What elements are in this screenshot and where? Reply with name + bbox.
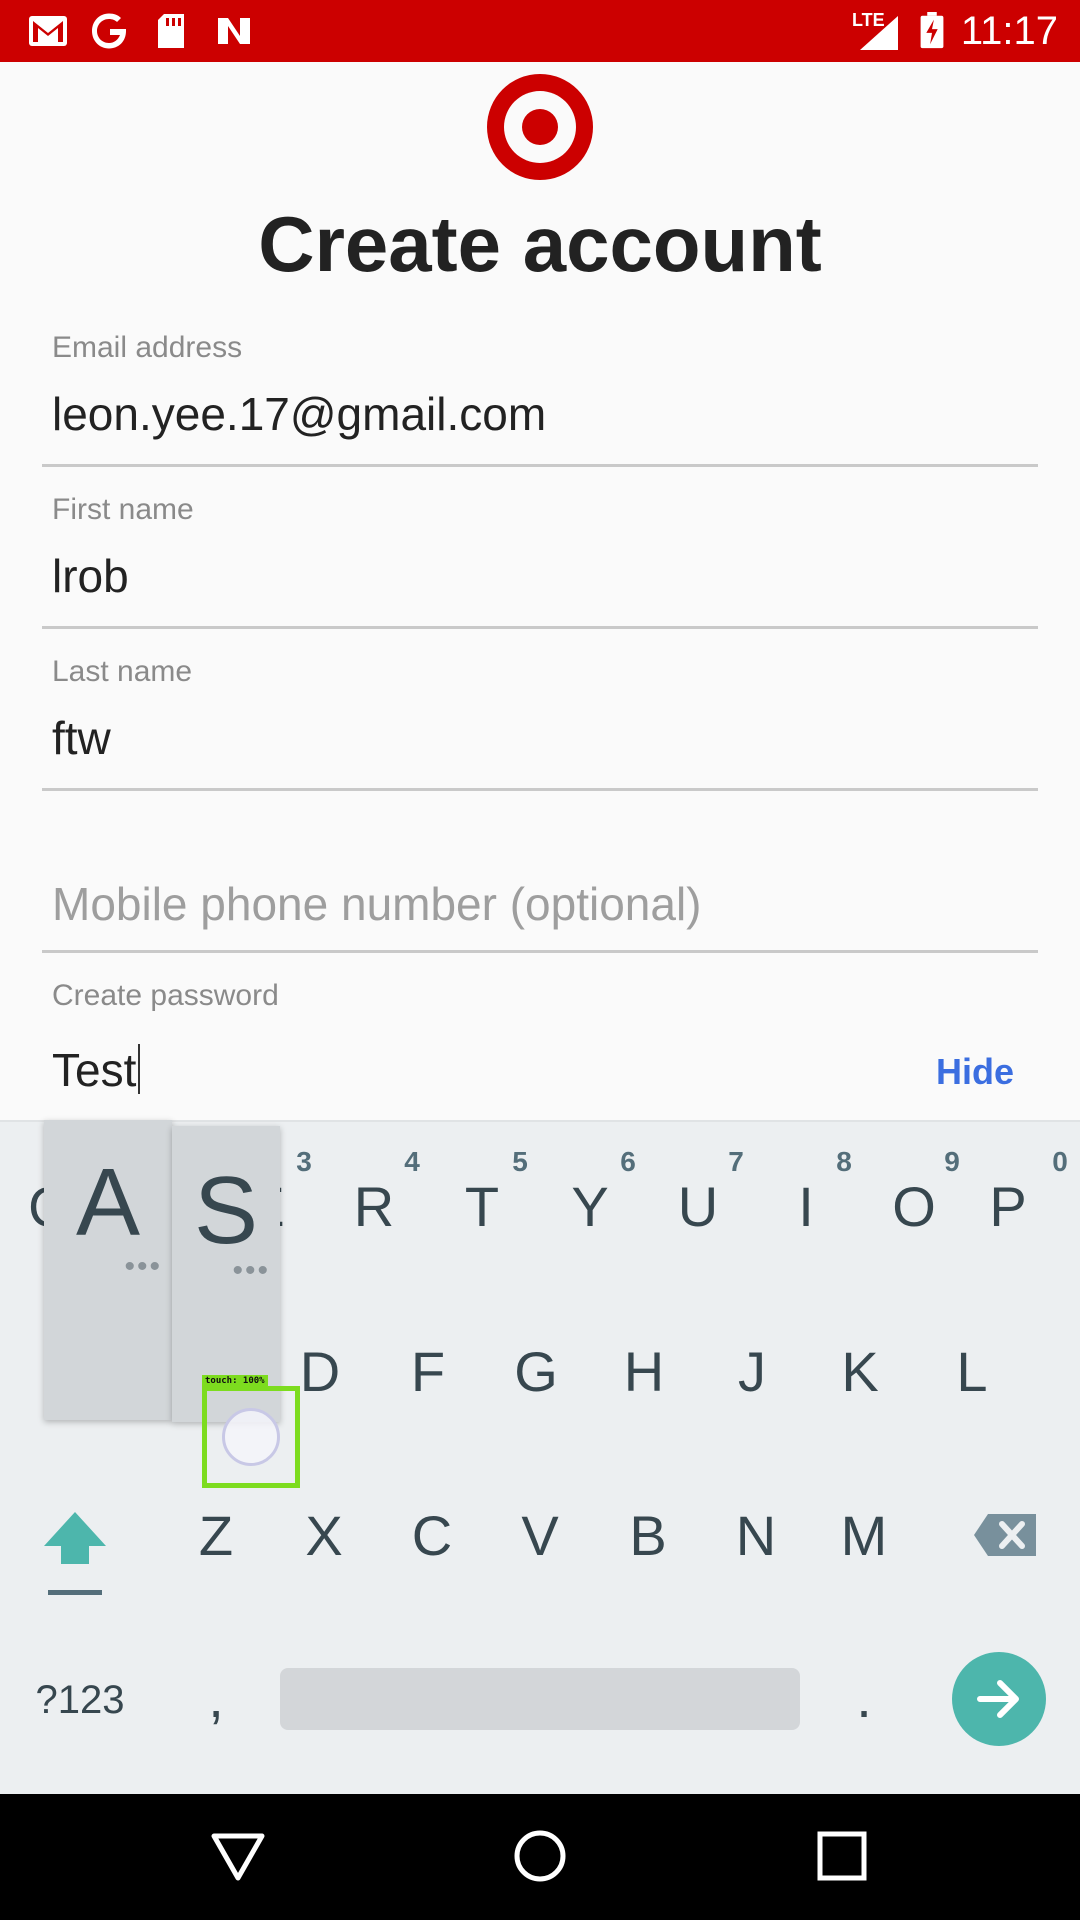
last-name-field[interactable]: Last name ftw	[42, 654, 1038, 792]
hint-4: 4	[404, 1146, 420, 1177]
space-bar[interactable]	[280, 1668, 800, 1730]
email-label: Email address	[52, 331, 243, 364]
popup-more-a: •••	[124, 1250, 162, 1283]
key-l[interactable]: L	[922, 1340, 1022, 1404]
password-field[interactable]: Create password Test Hide	[42, 978, 1038, 1118]
key-i[interactable]: I	[756, 1175, 856, 1239]
lte-signal-icon	[860, 16, 898, 50]
backspace-icon[interactable]	[972, 1512, 1038, 1558]
text-caret	[138, 1044, 141, 1094]
key-o[interactable]: O	[864, 1175, 964, 1239]
key-k[interactable]: K	[810, 1340, 910, 1404]
last-name-input[interactable]: ftw	[52, 710, 111, 766]
first-name-field[interactable]: First name lrob	[42, 492, 1038, 630]
phone-underline	[42, 950, 1038, 953]
key-c[interactable]: C	[382, 1504, 482, 1568]
enter-arrow-icon	[977, 1680, 1019, 1718]
comma-key[interactable]: ,	[166, 1666, 266, 1730]
key-b[interactable]: B	[598, 1504, 698, 1568]
popup-key-s[interactable]: S	[172, 1156, 280, 1266]
key-n[interactable]: N	[706, 1504, 806, 1568]
key-r[interactable]: R	[324, 1175, 424, 1239]
page-title: Create account	[258, 200, 822, 288]
touch-point	[222, 1408, 280, 1466]
n-app-icon	[218, 18, 250, 44]
hint-0: 0	[1052, 1146, 1068, 1177]
hide-password-button[interactable]: Hide	[936, 1050, 1014, 1094]
first-name-label: First name	[52, 493, 194, 526]
hint-3: 3	[296, 1146, 312, 1177]
key-g[interactable]: G	[486, 1340, 586, 1404]
sd-card-icon	[158, 14, 184, 48]
key-x[interactable]: X	[274, 1504, 374, 1568]
symbols-key[interactable]: ?123	[20, 1668, 140, 1732]
phone-input[interactable]: Mobile phone number (optional)	[52, 876, 702, 932]
hint-7: 7	[728, 1146, 744, 1177]
navigation-bar	[0, 1794, 1080, 1920]
period-key[interactable]: .	[814, 1666, 914, 1730]
hint-8: 8	[836, 1146, 852, 1177]
phone-field[interactable]: Mobile phone number (optional)	[42, 816, 1038, 954]
back-icon[interactable]	[210, 1828, 266, 1884]
status-bar: LTE 11:17	[0, 0, 1080, 62]
password-value: Test	[52, 1044, 137, 1096]
key-v[interactable]: V	[490, 1504, 590, 1568]
password-input[interactable]: Test	[52, 1042, 141, 1098]
gmail-icon	[29, 16, 67, 46]
first-name-input[interactable]: lrob	[52, 548, 129, 604]
shift-icon[interactable]	[40, 1508, 110, 1598]
last-name-label: Last name	[52, 655, 193, 688]
hint-6: 6	[620, 1146, 636, 1177]
hint-5: 5	[512, 1146, 528, 1177]
clock: 11:17	[960, 9, 1058, 53]
email-input[interactable]: leon.yee.17@gmail.com	[52, 386, 546, 442]
key-t[interactable]: T	[432, 1175, 532, 1239]
key-f[interactable]: F	[378, 1340, 478, 1404]
last-name-underline	[42, 788, 1038, 791]
recents-icon[interactable]	[816, 1830, 868, 1882]
popup-more-s: •••	[232, 1254, 270, 1287]
email-field[interactable]: Email address leon.yee.17@gmail.com	[42, 330, 1038, 468]
key-m[interactable]: M	[814, 1504, 914, 1568]
first-name-underline	[42, 626, 1038, 629]
enter-button[interactable]	[952, 1652, 1046, 1746]
key-u[interactable]: U	[648, 1175, 748, 1239]
key-popup-a: A •••	[44, 1120, 172, 1420]
key-y[interactable]: Y	[540, 1175, 640, 1239]
key-p[interactable]: P	[958, 1175, 1058, 1239]
key-z[interactable]: Z	[166, 1504, 266, 1568]
key-h[interactable]: H	[594, 1340, 694, 1404]
password-label: Create password	[52, 979, 279, 1012]
hint-9: 9	[944, 1146, 960, 1177]
popup-key-a[interactable]: A	[44, 1148, 172, 1258]
email-underline	[42, 464, 1038, 467]
home-icon[interactable]	[512, 1828, 568, 1884]
key-j[interactable]: J	[702, 1340, 802, 1404]
target-logo	[487, 74, 593, 180]
google-icon	[92, 13, 126, 49]
battery-charging-icon	[920, 12, 944, 49]
